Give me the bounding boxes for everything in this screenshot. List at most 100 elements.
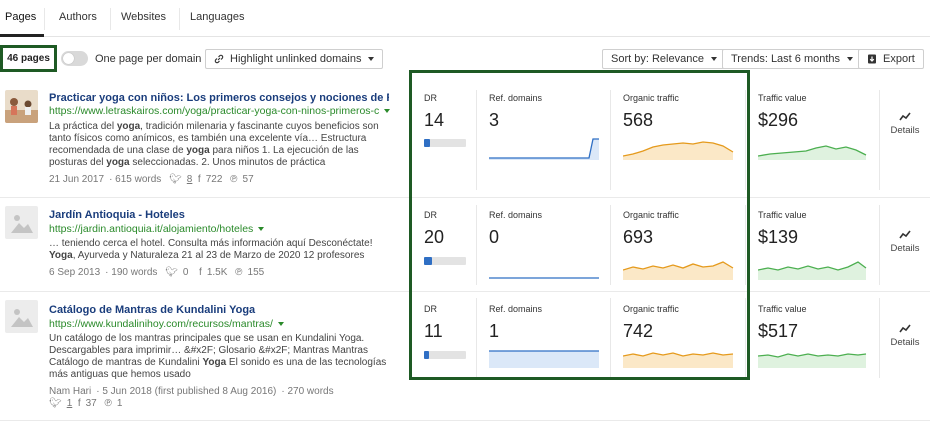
social-counts: 🐦︎ 1 f 37 ℗ 1: [49, 398, 127, 409]
details-label: Details: [890, 243, 920, 254]
dr-value: 20: [424, 227, 445, 247]
details-button[interactable]: Details: [887, 230, 923, 254]
export-icon: [868, 54, 876, 64]
details-button[interactable]: Details: [887, 112, 923, 136]
toggle-knob: [63, 53, 74, 64]
trend-chart-icon: [899, 230, 911, 239]
column-divider: [610, 298, 611, 378]
pages-count: 46 pages: [0, 45, 57, 72]
dr-bar: [424, 351, 466, 359]
highlight-unlinked-domains-label: Highlight unlinked domains: [230, 53, 362, 65]
trends-label: Trends: Last 6 months: [731, 53, 841, 65]
export-button[interactable]: Export: [858, 49, 924, 69]
organic-traffic-value: 568: [623, 110, 654, 130]
result-title[interactable]: Practicar yoga con niños: Los primeros c…: [49, 92, 389, 104]
tab-authors[interactable]: Authors: [59, 11, 97, 23]
dr-bar: [424, 139, 466, 147]
ref-domains-value: 0: [489, 227, 500, 247]
snippet-keyword: yoga: [116, 121, 141, 132]
column-divider: [745, 205, 746, 285]
tab-pages[interactable]: Pages: [5, 11, 36, 23]
facebook-count: 722: [205, 174, 223, 185]
traffic-value-amount: $296: [758, 110, 799, 130]
trend-chart-icon: [899, 112, 911, 121]
result-meta: 21 Jun 2017 · 615 words 🐦︎ 8 f 722 ℗ 57: [49, 174, 254, 185]
image-placeholder-icon: [11, 309, 33, 327]
traffic-value-label: Traffic value: [758, 304, 807, 314]
ref-domains-label: Ref. domains: [489, 304, 543, 314]
ref-domains-value: 1: [489, 321, 500, 341]
traffic-value-sparkline: [758, 145, 867, 160]
link-icon: [214, 54, 224, 64]
facebook-count: 37: [85, 398, 97, 409]
column-divider: [745, 90, 746, 190]
one-page-per-domain-toggle[interactable]: [61, 51, 88, 66]
result-url[interactable]: https://www.letraskairos.com/yoga/practi…: [49, 105, 391, 117]
result-url[interactable]: https://jardin.antioquia.it/alojamiento/…: [49, 223, 265, 235]
row-divider: [0, 291, 930, 292]
column-divider: [476, 205, 477, 285]
result-url[interactable]: https://www.kundalinihoy.com/recursos/ma…: [49, 318, 284, 330]
word-count: 615 words: [115, 174, 162, 185]
ref-domains-sparkline: [489, 138, 599, 160]
facebook-icon: f: [196, 267, 202, 278]
result-url-text: https://jardin.antioquia.it/alojamiento/…: [49, 223, 254, 235]
tab-divider: [179, 8, 180, 30]
twitter-icon: 🐦︎: [169, 174, 182, 185]
result-meta: Nam Hari · 5 Jun 2018 (first published 8 …: [49, 386, 334, 397]
column-divider: [745, 298, 746, 378]
column-divider: [610, 90, 611, 190]
dr-bar-fill: [424, 257, 433, 265]
column-divider: [879, 90, 880, 190]
organic-traffic-label: Organic traffic: [623, 93, 679, 103]
snippet-text: … teniendo cerca el hotel. Consulta más …: [49, 238, 373, 249]
chevron-down-icon[interactable]: [384, 109, 391, 114]
column-divider: [476, 90, 477, 190]
snippet-keyword: yoga: [106, 157, 130, 168]
traffic-value-amount: $139: [758, 227, 799, 247]
dr-bar-fill: [424, 139, 430, 147]
organic-traffic-sparkline: [623, 261, 734, 280]
dr-value: 14: [424, 110, 445, 130]
column-divider: [879, 298, 880, 378]
ref-domains-label: Ref. domains: [489, 210, 543, 220]
traffic-value-amount: $517: [758, 321, 799, 341]
word-count: 270 words: [287, 386, 334, 397]
sort-by-label: Sort by: Relevance: [611, 53, 704, 65]
export-label: Export: [883, 53, 915, 65]
highlight-unlinked-domains-button[interactable]: Highlight unlinked domains: [205, 49, 384, 69]
twitter-count[interactable]: 8: [187, 174, 193, 185]
column-divider: [610, 205, 611, 285]
author-name[interactable]: Nam Hari: [49, 386, 91, 397]
traffic-value-label: Traffic value: [758, 210, 807, 220]
tab-languages[interactable]: Languages: [190, 11, 244, 23]
organic-traffic-sparkline: [623, 141, 734, 160]
twitter-icon: 🐦︎: [49, 398, 62, 409]
chevron-down-icon[interactable]: [258, 227, 265, 232]
chevron-down-icon[interactable]: [277, 322, 284, 327]
traffic-value-sparkline: [758, 261, 867, 280]
tab-websites[interactable]: Websites: [121, 11, 166, 23]
pinterest-count: 1: [116, 398, 123, 409]
active-tab-indicator: [0, 34, 44, 37]
ref-domains-value: 3: [489, 110, 500, 130]
details-button[interactable]: Details: [887, 324, 923, 348]
result-title[interactable]: Catálogo de Mantras de Kundalini Yoga: [49, 304, 389, 316]
traffic-value-label: Traffic value: [758, 93, 807, 103]
word-count: 190 words: [111, 267, 158, 278]
result-meta: 6 Sep 2013 · 190 words 🐦︎ 0 f 1.5K ℗ 155: [49, 267, 265, 278]
snippet-text: , Ayurveda y Naturaleza 21 al 23 de Marz…: [72, 250, 365, 261]
twitter-count[interactable]: 1: [67, 398, 73, 409]
snippet-keyword: Yoga: [202, 357, 227, 368]
trends-dropdown[interactable]: Trends: Last 6 months: [722, 49, 863, 69]
facebook-count: 1.5K: [206, 267, 228, 278]
publish-date: 6 Sep 2013: [49, 267, 101, 278]
result-title[interactable]: Jardín Antioquia - Hoteles: [49, 209, 389, 221]
details-label: Details: [890, 337, 920, 348]
row-divider: [0, 420, 930, 421]
image-placeholder-icon: [11, 215, 33, 233]
dr-value: 11: [424, 321, 443, 341]
tab-divider: [110, 8, 111, 30]
pinterest-count: 155: [247, 267, 265, 278]
sort-by-dropdown[interactable]: Sort by: Relevance: [602, 49, 726, 69]
